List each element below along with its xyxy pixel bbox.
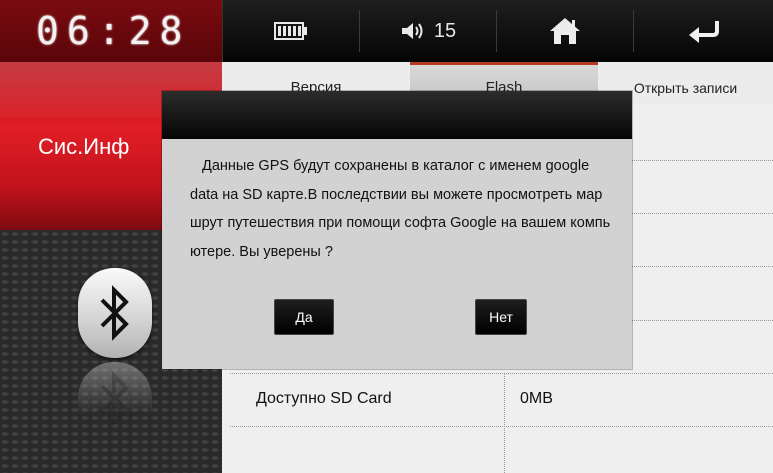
dialog-header [162, 91, 632, 139]
dialog-message-line: ютере. Вы уверены ? [190, 243, 333, 260]
sd-available-value: 0MB [520, 390, 553, 407]
status-bar: 15 [222, 0, 773, 62]
dialog-message-line: data на SD карте.В последствии вы можете… [190, 186, 603, 203]
sd-available-label: Доступно SD Card [256, 390, 392, 407]
dialog-message: Данные GPS будут сохранены в каталог с и… [190, 152, 620, 266]
column-divider [504, 373, 505, 473]
clock-block: 06:28 [0, 0, 222, 62]
back-arrow-icon [689, 21, 719, 43]
row-divider [230, 373, 773, 374]
battery-indicator [223, 0, 359, 62]
volume-level: 15 [433, 19, 457, 42]
dialog-message-line: Данные GPS будут сохранены в каталог с и… [202, 158, 590, 174]
battery-icon [274, 22, 307, 40]
dialog-message-line: шрут путешествия при помощи софта Google… [190, 215, 611, 231]
bluetooth-icon [100, 285, 129, 341]
no-button[interactable]: Нет [475, 299, 527, 335]
system-info-title: Сис.Инф [38, 134, 130, 159]
back-button[interactable] [634, 0, 773, 62]
yes-button[interactable]: Да [274, 299, 334, 335]
home-button[interactable] [497, 0, 633, 62]
volume-button[interactable]: 15 [360, 0, 496, 62]
confirm-dialog: Данные GPS будут сохранены в каталог с и… [162, 91, 632, 369]
home-icon [550, 18, 580, 44]
row-divider [230, 426, 773, 427]
bluetooth-reflection [78, 362, 152, 427]
speaker-volume-icon [401, 23, 423, 39]
clock-display: 06:28 [36, 9, 191, 53]
bluetooth-button[interactable] [78, 268, 152, 358]
